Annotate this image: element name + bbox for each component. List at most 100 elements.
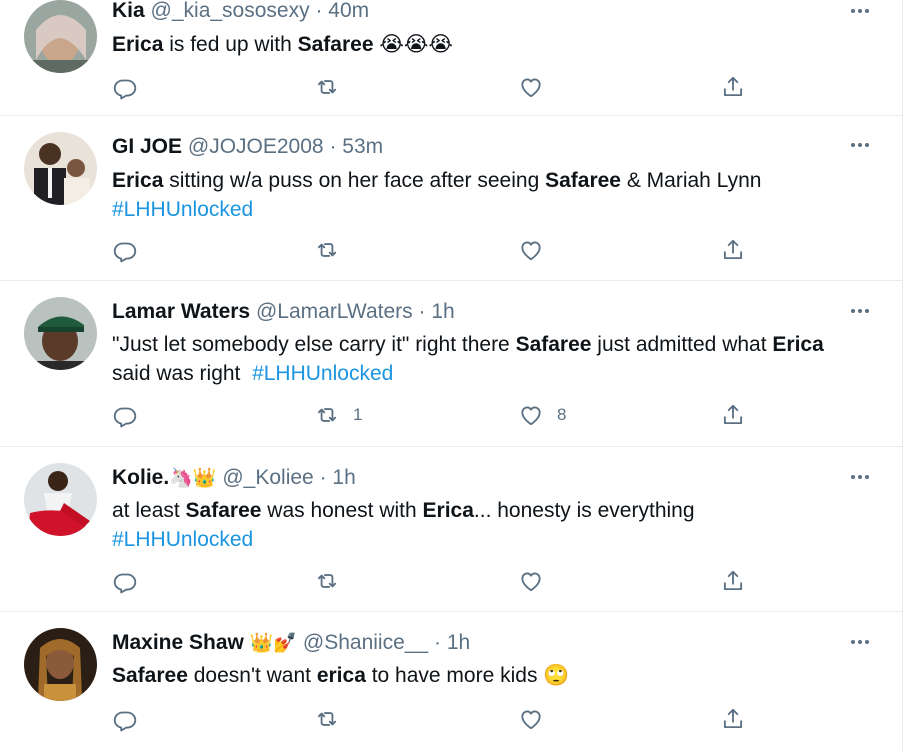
- tweet-text: at least Safaree was honest with Erica..…: [112, 496, 879, 554]
- avatar[interactable]: [24, 463, 97, 536]
- like-icon: [518, 74, 544, 100]
- like-button[interactable]: [518, 236, 557, 264]
- display-name[interactable]: Kia: [112, 0, 145, 22]
- more-options-icon[interactable]: [847, 629, 873, 655]
- timestamp[interactable]: 1h: [332, 466, 355, 489]
- tweet-0[interactable]: Kia @_kia_sososexy · 40m Erica is fed up…: [0, 0, 903, 116]
- separator-dot: ·: [315, 0, 323, 22]
- reply-icon: [112, 402, 138, 428]
- share-button[interactable]: [720, 236, 746, 264]
- avatar[interactable]: [24, 132, 97, 205]
- reply-button[interactable]: [112, 705, 138, 733]
- retweet-button[interactable]: [314, 236, 353, 264]
- share-icon: [720, 402, 746, 428]
- tweet-header: Kolie.🦄👑 @_Koliee · 1h: [112, 465, 356, 492]
- retweet-button[interactable]: [314, 567, 353, 595]
- tweet-text-line: #LHHUnlocked: [112, 525, 879, 554]
- hashtag-link[interactable]: #LHHUnlocked: [112, 528, 253, 551]
- tweet-1[interactable]: GI JOE @JOJOE2008 · 53m Erica sitting w/…: [0, 116, 903, 281]
- more-options-icon[interactable]: [847, 0, 873, 24]
- like-count: 8: [557, 405, 567, 424]
- reply-button[interactable]: [112, 73, 138, 101]
- retweet-button[interactable]: [314, 73, 353, 101]
- tweet-text: "Just let somebody else carry it" right …: [112, 330, 879, 388]
- share-button[interactable]: [720, 401, 746, 429]
- tweet-text-segment: said was right: [112, 362, 253, 385]
- reply-button[interactable]: [112, 567, 138, 595]
- bold-keyword: Safaree: [515, 333, 592, 356]
- like-icon: [518, 706, 544, 732]
- timestamp[interactable]: 1h: [447, 631, 470, 654]
- retweet-button[interactable]: 1: [314, 401, 362, 429]
- reply-button[interactable]: [112, 236, 138, 264]
- display-name[interactable]: Lamar Waters: [112, 300, 250, 323]
- bold-keyword: Erica: [422, 499, 474, 522]
- retweet-icon: [314, 237, 340, 263]
- like-button[interactable]: 8: [518, 401, 566, 429]
- bold-keyword: Erica: [772, 333, 824, 356]
- tweet-text: Erica sitting w/a puss on her face after…: [112, 166, 879, 224]
- more-options-icon[interactable]: [847, 298, 873, 324]
- reply-icon: [112, 74, 138, 100]
- tweet-text-segment: "Just let somebody else carry it" right …: [112, 333, 516, 356]
- user-handle[interactable]: @Shaniice__: [303, 631, 428, 654]
- tweet-actions: 1 8: [112, 401, 752, 429]
- retweet-count: 1: [353, 405, 363, 424]
- bold-keyword: Erica: [112, 169, 164, 192]
- user-handle[interactable]: @_kia_sososexy: [151, 0, 310, 22]
- more-options-icon[interactable]: [847, 464, 873, 490]
- tweet-3[interactable]: Kolie.🦄👑 @_Koliee · 1h at least Safaree …: [0, 447, 903, 612]
- name-badges: 👑💅: [249, 633, 298, 654]
- tweet-text-segment: to have more kids 🙄: [365, 664, 570, 687]
- tweet-text-segment: sitting w/a puss on her face after seein…: [163, 169, 546, 192]
- like-button[interactable]: [518, 567, 557, 595]
- separator-dot: ·: [418, 300, 426, 323]
- like-icon: [518, 568, 544, 594]
- bold-keyword: Safaree: [185, 499, 262, 522]
- reply-button[interactable]: [112, 401, 138, 429]
- more-options-icon[interactable]: [847, 132, 873, 158]
- like-button[interactable]: [518, 705, 557, 733]
- bold-keyword: erica: [316, 664, 366, 687]
- avatar[interactable]: [24, 0, 97, 73]
- tweet-2[interactable]: Lamar Waters @LamarLWaters · 1h "Just le…: [0, 281, 903, 447]
- separator-dot: ·: [329, 135, 337, 158]
- share-button[interactable]: [720, 705, 746, 733]
- display-name[interactable]: Kolie.: [112, 466, 169, 489]
- user-handle[interactable]: @LamarLWaters: [256, 300, 413, 323]
- timestamp[interactable]: 40m: [328, 0, 369, 22]
- display-name[interactable]: GI JOE: [112, 135, 182, 158]
- tweet-text-segment: doesn't want: [187, 664, 317, 687]
- tweet-text: Erica is fed up with Safaree 😭😭😭: [112, 30, 879, 59]
- avatar[interactable]: [24, 628, 97, 701]
- separator-dot: ·: [433, 631, 441, 654]
- tweet-text-line: #LHHUnlocked: [112, 195, 879, 224]
- retweet-button[interactable]: [314, 705, 353, 733]
- tweet-header: Kia @_kia_sososexy · 40m: [112, 0, 369, 24]
- tweet-text-segment: & Mariah Lynn: [620, 169, 762, 192]
- tweet-text-segment: 😭😭😭: [373, 33, 453, 56]
- hashtag-link[interactable]: #LHHUnlocked: [112, 198, 253, 221]
- share-button[interactable]: [720, 73, 746, 101]
- like-icon: [518, 402, 544, 428]
- bold-keyword: Erica: [112, 33, 164, 56]
- user-handle[interactable]: @_Koliee: [222, 466, 313, 489]
- display-name[interactable]: Maxine Shaw: [112, 631, 244, 654]
- share-icon: [720, 568, 746, 594]
- separator-dot: ·: [319, 466, 327, 489]
- tweet-header: GI JOE @JOJOE2008 · 53m: [112, 134, 383, 160]
- bold-keyword: Safaree: [297, 33, 374, 56]
- timestamp[interactable]: 53m: [342, 135, 383, 158]
- timestamp[interactable]: 1h: [431, 300, 454, 323]
- hashtag-link[interactable]: #LHHUnlocked: [252, 362, 393, 385]
- tweet-4[interactable]: Maxine Shaw 👑💅 @Shaniice__ · 1h Safaree …: [0, 612, 903, 751]
- tweet-text: Safaree doesn't want erica to have more …: [112, 661, 879, 690]
- user-handle[interactable]: @JOJOE2008: [188, 135, 324, 158]
- share-button[interactable]: [720, 567, 746, 595]
- retweet-icon: [314, 706, 340, 732]
- avatar[interactable]: [24, 297, 97, 370]
- tweet-actions: [112, 705, 752, 733]
- tweet-actions: [112, 236, 752, 264]
- like-button[interactable]: [518, 73, 557, 101]
- tweet-text-line: Erica is fed up with Safaree 😭😭😭: [112, 30, 879, 59]
